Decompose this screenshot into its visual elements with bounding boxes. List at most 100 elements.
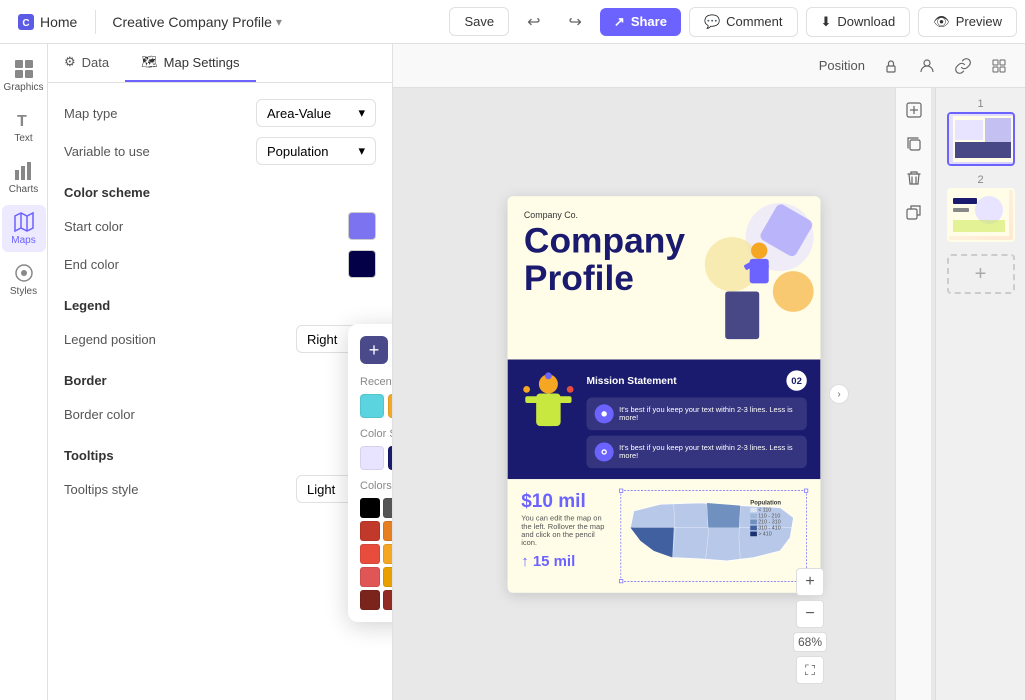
thumbnail-panel: 1 2	[935, 88, 1025, 700]
amount2: ↑ 15 mil	[521, 552, 609, 570]
share-button[interactable]: ↗ Share	[600, 8, 681, 36]
color-orange-med[interactable]	[383, 567, 393, 587]
border-color-row: Border color	[64, 400, 376, 428]
lock-icon[interactable]	[877, 52, 905, 80]
svg-text:310 - 410: 310 - 410	[758, 525, 780, 531]
home-button[interactable]: C Home	[8, 10, 87, 34]
home-label: Home	[40, 14, 77, 30]
dc-stats-left: $10 mil You can edit the map on the left…	[521, 490, 609, 582]
recent-swatch-1[interactable]	[360, 394, 384, 418]
thumbnail-1[interactable]: 1	[947, 98, 1015, 166]
sidebar-item-charts[interactable]: Charts	[2, 154, 46, 201]
color-orange-dark[interactable]	[383, 521, 393, 541]
recent-colors-swatches	[360, 394, 393, 418]
position-label: Position	[819, 58, 865, 73]
map-type-select[interactable]: Area-Value ▾	[256, 99, 376, 127]
share-icon: ↗	[614, 14, 625, 30]
color-maroon[interactable]	[360, 590, 380, 610]
scheme-swatch-1[interactable]	[360, 446, 384, 470]
undo-button[interactable]: ↩	[517, 6, 550, 38]
colors-label: Colors	[360, 480, 393, 492]
color-darkgrey[interactable]	[383, 498, 393, 518]
preview-icon: 👁	[933, 14, 950, 30]
end-color-row: End color	[64, 250, 376, 278]
comment-button[interactable]: 💬 Comment	[689, 7, 798, 37]
bullet2-icon	[595, 442, 614, 461]
svg-text:C: C	[22, 18, 29, 29]
link-icon[interactable]	[949, 52, 977, 80]
tab-map-settings[interactable]: 🗺 Map Settings	[125, 44, 255, 82]
delete-icon[interactable]	[900, 164, 928, 192]
collapse-arrow-btn[interactable]: ›	[829, 384, 849, 404]
preview-button[interactable]: 👁 Preview	[918, 7, 1017, 37]
add-page-button[interactable]: +	[947, 254, 1015, 294]
color-scheme-section: Color scheme Start color End color	[64, 185, 376, 278]
amount1-desc: You can edit the map on the left. Rollov…	[521, 514, 609, 547]
color-red-dark[interactable]	[360, 521, 380, 541]
settings-panel: ⚙ Data 🗺 Map Settings Map type Area-Valu…	[48, 44, 393, 700]
colors-section: Colors	[360, 480, 393, 610]
person-icon[interactable]	[913, 52, 941, 80]
text-label: Text	[14, 133, 32, 144]
styles-icon	[13, 262, 35, 284]
color-scheme-title: Color scheme	[64, 185, 376, 200]
variable-select[interactable]: Population ▾	[256, 137, 376, 165]
border-title: Border	[64, 373, 376, 388]
thumbnail-2[interactable]: 2	[947, 174, 1015, 242]
sidebar-item-graphics[interactable]: Graphics	[2, 52, 46, 99]
color-brick[interactable]	[383, 590, 393, 610]
tab-data[interactable]: ⚙ Data	[48, 44, 125, 82]
comment-icon: 💬	[704, 14, 720, 30]
sidebar-item-text[interactable]: T Text	[2, 103, 46, 150]
chevron-down-icon: ▾	[358, 143, 365, 159]
thumb-frame-2	[947, 188, 1015, 242]
duplicate-icon[interactable]	[900, 130, 928, 158]
start-color-swatch[interactable]	[348, 212, 376, 240]
tooltips-style-label: Tooltips style	[64, 482, 296, 497]
settings-tabs: ⚙ Data 🗺 Map Settings	[48, 44, 392, 83]
thumb-frame-1	[947, 112, 1015, 166]
canvas-top-bar: Position	[393, 44, 1025, 88]
graphics-label: Graphics	[4, 82, 44, 93]
download-button[interactable]: ⬇ Download	[806, 7, 911, 37]
home-icon: C	[18, 14, 34, 30]
sidebar-item-maps[interactable]: Maps	[2, 205, 46, 252]
add-page-icon[interactable]	[900, 96, 928, 124]
zoom-controls: + − 68% ⛶	[793, 568, 827, 684]
bullet1-text: It's best if you keep your text within 2…	[619, 405, 799, 421]
map-type-label: Map type	[64, 106, 256, 121]
map-settings-icon: 🗺	[141, 54, 158, 70]
sidebar-item-styles[interactable]: Styles	[2, 256, 46, 303]
mission-header: Mission Statement 02	[586, 370, 806, 390]
canvas-content[interactable]: Company Co. Company Profile	[393, 88, 935, 700]
save-button[interactable]: Save	[449, 7, 509, 36]
zoom-expand-button[interactable]: ⛶	[796, 656, 824, 684]
color-picker-header: +	[360, 336, 393, 364]
mission-title: Mission Statement	[586, 374, 676, 386]
styles-label: Styles	[10, 286, 37, 297]
color-red[interactable]	[360, 544, 380, 564]
end-color-swatch[interactable]	[348, 250, 376, 278]
document-title[interactable]: Creative Company Profile ▾	[104, 10, 290, 34]
color-red-med[interactable]	[360, 567, 380, 587]
redo-button[interactable]: ↪	[559, 6, 592, 38]
zoom-in-button[interactable]: +	[796, 568, 824, 596]
color-black[interactable]	[360, 498, 380, 518]
zoom-out-button[interactable]: −	[796, 600, 824, 628]
thumb-preview-2	[949, 190, 1015, 240]
bullet2-text: It's best if you keep your text within 2…	[619, 443, 799, 459]
tooltips-style-row: Tooltips style Light ▾	[64, 475, 376, 503]
start-color-label: Start color	[64, 219, 348, 234]
colors-grid	[360, 498, 393, 610]
color-orange[interactable]	[383, 544, 393, 564]
svg-text:> 410: > 410	[758, 531, 771, 537]
svg-text:< 110: < 110	[758, 507, 771, 513]
design-canvas: Company Co. Company Profile	[508, 196, 821, 592]
scheme-swatches	[360, 446, 393, 470]
color-picker-plus-btn[interactable]: +	[360, 336, 388, 364]
svg-text:Population: Population	[750, 500, 781, 506]
grid-icon[interactable]	[985, 52, 1013, 80]
handle-bl	[619, 579, 623, 583]
copy-icon[interactable]	[900, 198, 928, 226]
icon-sidebar: Graphics T Text Charts Maps Styles	[0, 44, 48, 700]
